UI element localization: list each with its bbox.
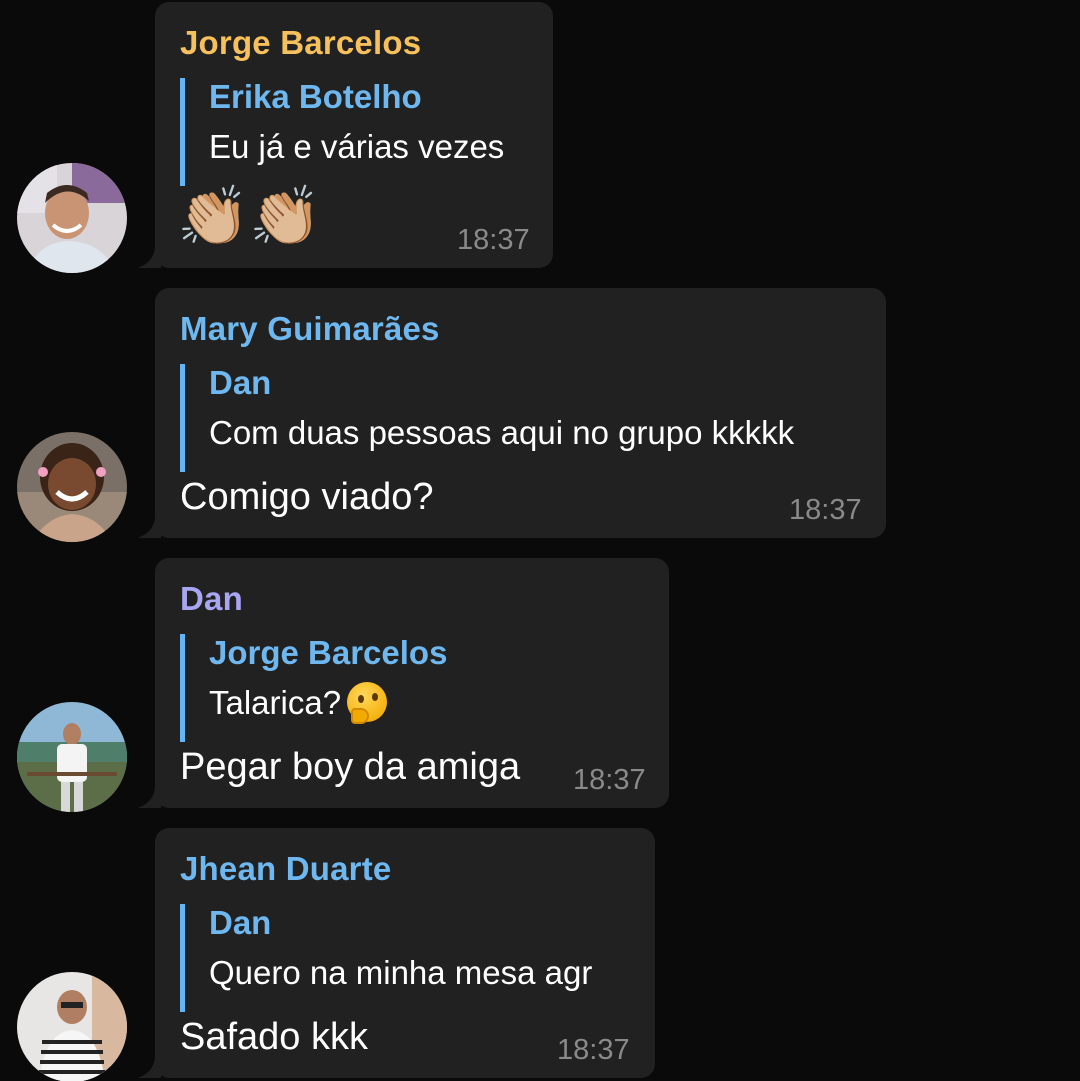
message-time: 18:37 bbox=[573, 764, 646, 796]
reply-text: Quero na minha mesa agr bbox=[209, 954, 593, 991]
message-bubble[interactable]: Dan Jorge Barcelos Talarica? Pegar boy d… bbox=[139, 558, 669, 808]
message-text: 👏🏼👏🏼 bbox=[177, 182, 321, 252]
sender-name[interactable]: Jorge Barcelos bbox=[180, 24, 421, 62]
reply-quote[interactable]: Jorge Barcelos Talarica? bbox=[180, 634, 447, 742]
reply-author: Dan bbox=[209, 364, 272, 401]
message-bubble[interactable]: Jhean Duarte Dan Quero na minha mesa agr… bbox=[139, 828, 655, 1078]
reply-author: Erika Botelho bbox=[209, 78, 422, 115]
user-avatar-photo-icon bbox=[17, 702, 127, 812]
avatar[interactable] bbox=[17, 163, 127, 273]
reply-quote[interactable]: Dan Quero na minha mesa agr bbox=[180, 904, 592, 1012]
reply-author: Dan bbox=[209, 904, 272, 941]
user-avatar-photo-icon bbox=[17, 432, 127, 542]
avatar[interactable] bbox=[17, 702, 127, 812]
message-text: Pegar boy da amiga bbox=[180, 746, 521, 788]
user-avatar-photo-icon bbox=[17, 972, 127, 1081]
reply-text: Talarica? bbox=[209, 682, 447, 725]
reply-text: Com duas pessoas aqui no grupo kkkkk bbox=[209, 414, 795, 451]
message-bubble[interactable]: Jorge Barcelos Erika Botelho Eu já e vár… bbox=[139, 2, 553, 268]
reply-text: Eu já e várias vezes bbox=[209, 128, 505, 165]
message-time: 18:37 bbox=[557, 1034, 630, 1066]
thinking-face-icon bbox=[347, 682, 388, 725]
reply-author: Jorge Barcelos bbox=[209, 634, 448, 671]
sender-name[interactable]: Dan bbox=[180, 580, 243, 618]
message-time: 18:37 bbox=[457, 224, 530, 256]
message-text: Comigo viado? bbox=[180, 476, 434, 518]
sender-name[interactable]: Mary Guimarães bbox=[180, 310, 440, 348]
chat-history[interactable]: Jorge Barcelos Erika Botelho Eu já e vár… bbox=[0, 0, 1080, 1081]
sender-name[interactable]: Jhean Duarte bbox=[180, 850, 391, 888]
avatar[interactable] bbox=[17, 432, 127, 542]
user-avatar-photo-icon bbox=[17, 163, 127, 273]
reply-quote[interactable]: Erika Botelho Eu já e várias vezes bbox=[180, 78, 504, 186]
clapping-hands-icon: 👏🏼👏🏼 bbox=[177, 184, 322, 249]
reply-quote[interactable]: Dan Com duas pessoas aqui no grupo kkkkk bbox=[180, 364, 794, 472]
message-text: Safado kkk bbox=[180, 1016, 368, 1058]
avatar[interactable] bbox=[17, 972, 127, 1081]
message-time: 18:37 bbox=[789, 494, 862, 526]
message-bubble[interactable]: Mary Guimarães Dan Com duas pessoas aqui… bbox=[139, 288, 886, 538]
